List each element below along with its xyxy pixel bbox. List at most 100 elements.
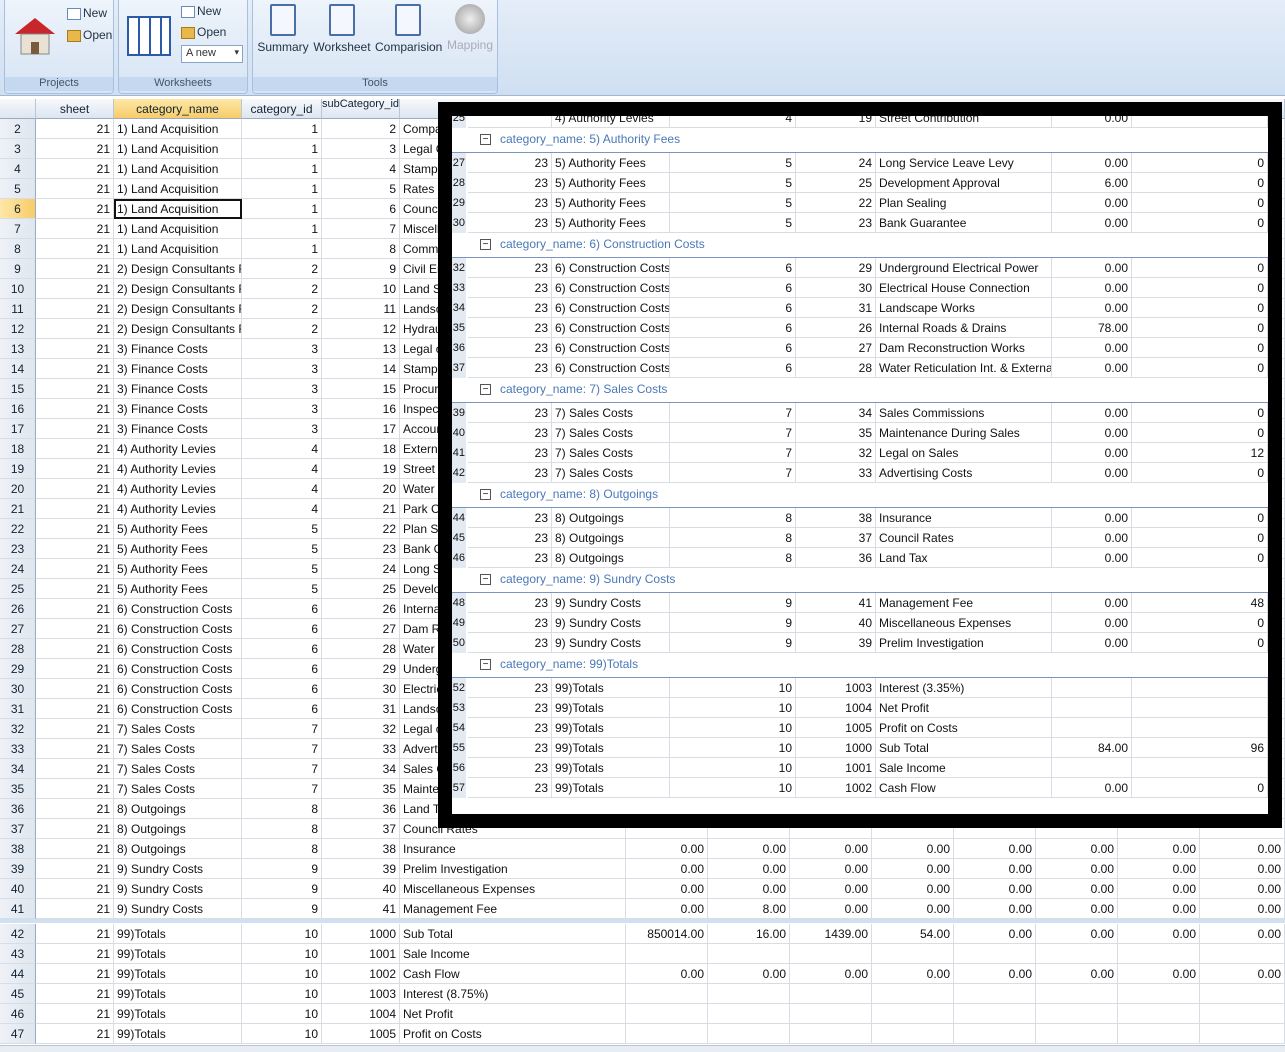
table-cell[interactable]: 3 <box>242 379 322 399</box>
row-number[interactable]: 45 <box>0 984 36 1004</box>
table-cell[interactable]: 4) Authority Levies <box>114 459 242 479</box>
table-cell[interactable]: 7 <box>242 719 322 739</box>
row-number[interactable]: 26 <box>0 599 36 619</box>
table-cell[interactable]: Cash Flow <box>400 964 626 984</box>
table-cell[interactable]: 23 <box>468 548 552 568</box>
table-cell[interactable]: 7) Sales Costs <box>114 719 242 739</box>
table-cell[interactable]: 54.00 <box>872 924 954 944</box>
column-header-category-id[interactable]: category_id <box>242 99 322 119</box>
table-cell[interactable]: 10 <box>242 984 322 1004</box>
row-number[interactable]: 39 <box>452 403 466 423</box>
table-cell[interactable]: 0.00 <box>1052 463 1132 483</box>
horizontal-scrollbar[interactable] <box>0 1045 1285 1052</box>
table-cell[interactable]: 37 <box>796 528 876 548</box>
table-cell[interactable]: 9 <box>242 859 322 879</box>
table-cell[interactable]: 0.00 <box>1052 613 1132 633</box>
row-number[interactable]: 7 <box>0 219 36 239</box>
table-cell[interactable] <box>790 984 872 1004</box>
table-cell[interactable]: 1 <box>242 219 322 239</box>
table-cell[interactable]: 8) Outgoings <box>114 839 242 859</box>
row-number[interactable]: 47 <box>0 1024 36 1044</box>
table-cell[interactable]: 23 <box>468 423 552 443</box>
table-cell[interactable]: 0.00 <box>1200 879 1285 899</box>
table-cell[interactable]: 21 <box>36 579 114 599</box>
table-cell[interactable]: 23 <box>468 153 552 173</box>
row-number[interactable]: 13 <box>0 339 36 359</box>
table-cell[interactable]: Profit on Costs <box>876 718 1052 738</box>
table-cell[interactable]: 21 <box>36 899 114 919</box>
table-cell[interactable]: 20 <box>322 479 400 499</box>
table-cell[interactable]: Council Rates <box>876 528 1052 548</box>
table-cell[interactable]: 0.00 <box>1052 358 1132 378</box>
table-cell[interactable] <box>626 1024 708 1044</box>
table-cell[interactable]: 1 <box>242 199 322 219</box>
collapse-toggle-icon[interactable]: − <box>480 659 491 670</box>
row-number[interactable]: 25 <box>452 116 466 128</box>
table-cell[interactable]: 21 <box>36 339 114 359</box>
table-cell[interactable]: 21 <box>36 924 114 944</box>
table-cell[interactable]: 5 <box>242 579 322 599</box>
table-cell[interactable]: 0.00 <box>872 879 954 899</box>
table-cell[interactable]: 1002 <box>796 778 876 798</box>
table-cell[interactable]: 0 <box>1132 278 1268 298</box>
table-cell[interactable]: Bank Guarantee <box>876 213 1052 233</box>
table-cell[interactable]: Management Fee <box>876 593 1052 613</box>
table-row[interactable]: 47 21 99)Totals 10 1005 Profit on Costs <box>0 1024 1285 1044</box>
table-cell[interactable]: 34 <box>322 759 400 779</box>
table-cell[interactable]: 7) Sales Costs <box>552 403 670 423</box>
table-cell[interactable]: 29 <box>322 659 400 679</box>
table-cell[interactable]: 32 <box>322 719 400 739</box>
table-cell[interactable]: Dam Reconstruction Works <box>876 338 1052 358</box>
table-cell[interactable]: 23 <box>468 698 552 718</box>
row-number[interactable]: 41 <box>452 443 466 463</box>
table-cell[interactable]: Development Approval <box>876 173 1052 193</box>
table-cell[interactable] <box>1036 1024 1118 1044</box>
table-cell[interactable]: 6) Construction Costs <box>552 278 670 298</box>
table-cell[interactable]: Sub Total <box>876 738 1052 758</box>
grouped-row[interactable]: 39 23 7) Sales Costs 7 34 Sales Commissions 0.… <box>452 403 1268 423</box>
table-cell[interactable]: 1 <box>242 239 322 259</box>
table-cell[interactable]: 0.00 <box>1052 548 1132 568</box>
table-cell[interactable]: 0.00 <box>626 859 708 879</box>
table-cell[interactable]: 21 <box>36 439 114 459</box>
table-row[interactable]: 44 21 99)Totals 10 1002 Cash Flow 0.00 0.00 0.00… <box>0 964 1285 984</box>
table-cell[interactable]: 99)Totals <box>114 924 242 944</box>
table-cell[interactable]: 6 <box>670 258 796 278</box>
table-cell[interactable]: 9 <box>670 633 796 653</box>
table-cell[interactable]: 0.00 <box>954 924 1036 944</box>
table-cell[interactable]: 37 <box>322 819 400 839</box>
table-cell[interactable]: 0.00 <box>1052 778 1132 798</box>
table-cell[interactable]: 850014.00 <box>626 924 708 944</box>
grouped-row[interactable]: 35 23 6) Construction Costs 6 26 Internal Roa… <box>452 318 1268 338</box>
table-cell[interactable]: 5 <box>242 539 322 559</box>
worksheet-button[interactable]: Worksheet <box>313 4 371 54</box>
table-cell[interactable]: 26 <box>322 599 400 619</box>
table-cell[interactable]: 0.00 <box>1036 964 1118 984</box>
table-cell[interactable]: 21 <box>36 459 114 479</box>
row-number[interactable]: 32 <box>0 719 36 739</box>
table-cell[interactable]: 1005 <box>796 718 876 738</box>
table-cell[interactable]: 17 <box>322 419 400 439</box>
table-cell[interactable]: 0.00 <box>1036 899 1118 919</box>
table-cell[interactable]: 5 <box>670 193 796 213</box>
table-cell[interactable]: 27 <box>796 338 876 358</box>
table-cell[interactable]: 21 <box>36 259 114 279</box>
table-cell[interactable] <box>1118 984 1200 1004</box>
grouped-row[interactable]: 41 23 7) Sales Costs 7 32 Legal on Sales 0.00 1… <box>452 443 1268 463</box>
table-row[interactable]: 46 21 99)Totals 10 1004 Net Profit <box>0 1004 1285 1024</box>
row-number[interactable]: 25 <box>0 579 36 599</box>
table-cell[interactable] <box>872 1024 954 1044</box>
table-cell[interactable]: 1005 <box>322 1024 400 1044</box>
table-cell[interactable]: 6 <box>242 679 322 699</box>
table-cell[interactable]: 0.00 <box>708 879 790 899</box>
table-cell[interactable]: 21 <box>36 944 114 964</box>
row-number[interactable]: 34 <box>452 298 466 318</box>
table-cell[interactable]: 1000 <box>322 924 400 944</box>
table-cell[interactable]: 25 <box>796 173 876 193</box>
table-cell[interactable] <box>1200 1024 1285 1044</box>
table-cell[interactable]: 39 <box>322 859 400 879</box>
table-cell[interactable]: 9) Sundry Costs <box>114 859 242 879</box>
table-cell[interactable]: 38 <box>796 508 876 528</box>
table-cell[interactable]: 1003 <box>796 678 876 698</box>
table-cell[interactable]: 0.00 <box>708 859 790 879</box>
